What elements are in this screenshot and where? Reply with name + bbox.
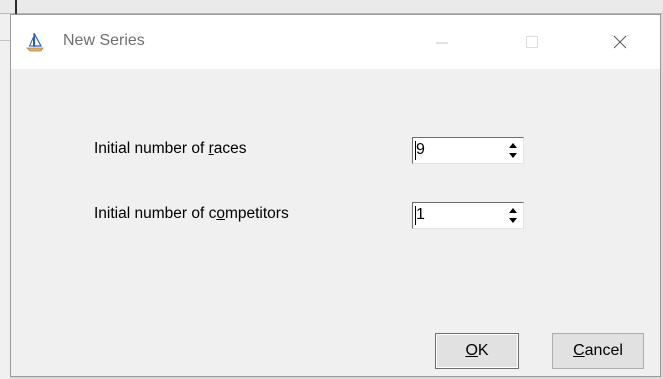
cancel-button[interactable]: Cancel	[552, 333, 644, 369]
competitors-value[interactable]: 1	[416, 206, 425, 224]
competitors-increment-arrow-icon[interactable]	[505, 205, 521, 215]
background-left-panel	[0, 14, 10, 379]
competitors-spin-buttons	[505, 205, 521, 226]
background-caret	[15, 0, 17, 14]
races-stepper[interactable]: 9	[412, 137, 524, 164]
ok-button[interactable]: OK	[435, 333, 519, 369]
background-window-strip	[0, 0, 663, 14]
competitors-label: Initial number of competitors	[94, 205, 289, 222]
races-value[interactable]: 9	[416, 141, 425, 159]
competitors-decrement-arrow-icon[interactable]	[505, 216, 521, 226]
background-left-divider	[0, 40, 10, 41]
races-spin-buttons	[505, 140, 521, 161]
cancel-mnemonic: C	[573, 342, 585, 359]
races-decrement-arrow-icon[interactable]	[505, 151, 521, 161]
close-icon	[613, 35, 627, 49]
cancel-label: ancel	[584, 342, 623, 359]
races-label: Initial number of races	[94, 140, 247, 157]
races-increment-arrow-icon[interactable]	[505, 140, 521, 150]
competitors-mnemonic: o	[216, 205, 225, 222]
maximize-button[interactable]	[509, 15, 555, 69]
title-bar[interactable]: New Series	[11, 15, 660, 69]
close-button[interactable]	[597, 15, 643, 69]
minimize-icon	[436, 42, 448, 44]
competitors-stepper[interactable]: 1	[412, 202, 524, 229]
window-title: New Series	[63, 32, 145, 49]
ok-label: K	[477, 342, 489, 359]
new-series-dialog: New Series Initial number of races 9 Ini…	[10, 14, 661, 377]
minimize-button[interactable]	[419, 15, 465, 69]
ok-mnemonic: O	[465, 342, 478, 359]
sailboat-icon	[25, 31, 47, 53]
maximize-icon	[526, 36, 538, 48]
